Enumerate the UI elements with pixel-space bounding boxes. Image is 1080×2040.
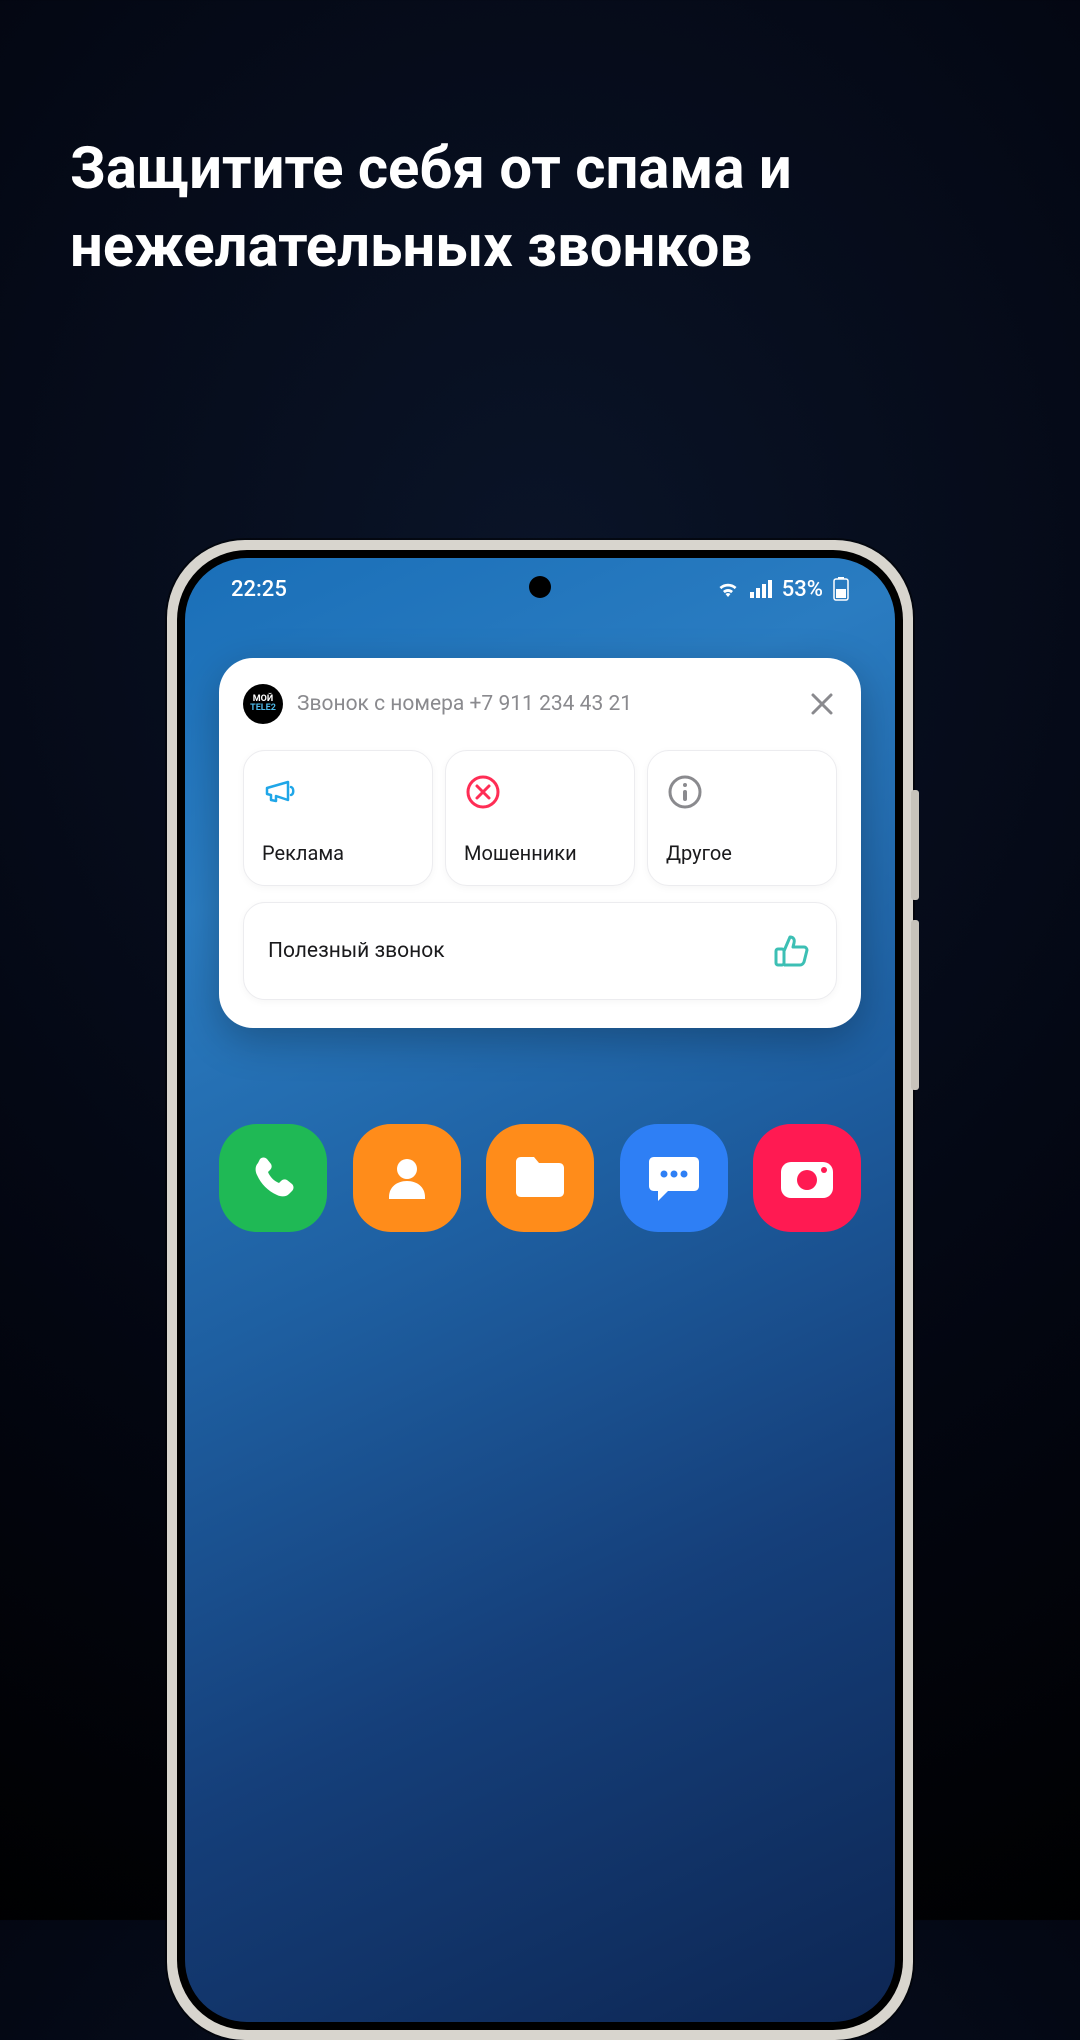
phone-app[interactable] (219, 1124, 327, 1232)
logo-text-2: TELE2 (250, 704, 276, 713)
category-label: Реклама (262, 841, 414, 865)
folder-icon (512, 1156, 568, 1200)
chat-icon (646, 1153, 702, 1203)
category-ads[interactable]: Реклама (243, 750, 433, 886)
category-label: Другое (666, 841, 818, 865)
category-other[interactable]: Другое (647, 750, 837, 886)
battery-icon (833, 577, 849, 601)
card-header: МОЙ TELE2 Звонок с номера +7 911 234 43 … (243, 684, 837, 724)
notification-title: Звонок с номера +7 911 234 43 21 (297, 692, 793, 716)
files-app[interactable] (486, 1124, 594, 1232)
phone-bezel: 22:25 53% МОЙ TELE2 Звонок с номера +7 9… (177, 550, 903, 2030)
useful-call-label: Полезный звонок (268, 939, 445, 963)
battery-percent: 53% (782, 577, 823, 602)
camera-app[interactable] (753, 1124, 861, 1232)
phone-screen: 22:25 53% МОЙ TELE2 Звонок с номера +7 9… (185, 558, 895, 2022)
x-circle-icon (464, 773, 502, 811)
app-logo-badge: МОЙ TELE2 (243, 684, 283, 724)
useful-call-button[interactable]: Полезный звонок (243, 902, 837, 1000)
marketing-headline: Защитите себя от спама и нежелательных з… (70, 130, 1010, 287)
status-indicators: 53% (716, 577, 849, 602)
phone-side-button (911, 790, 919, 900)
close-icon (807, 689, 837, 719)
contacts-app[interactable] (353, 1124, 461, 1232)
person-icon (380, 1151, 434, 1205)
category-fraud[interactable]: Мошенники (445, 750, 635, 886)
category-label: Мошенники (464, 841, 616, 865)
signal-icon (750, 580, 772, 598)
thumbs-up-icon (772, 931, 812, 971)
front-camera (529, 576, 551, 598)
phone-side-button (911, 920, 919, 1090)
megaphone-icon (262, 773, 300, 811)
category-row: Реклама Мошенники Другое (243, 750, 837, 886)
phone-frame: 22:25 53% МОЙ TELE2 Звонок с номера +7 9… (167, 540, 913, 2040)
info-icon (666, 773, 704, 811)
wifi-icon (716, 579, 740, 599)
close-button[interactable] (807, 689, 837, 719)
app-dock (219, 1124, 861, 1232)
messages-app[interactable] (620, 1124, 728, 1232)
phone-icon (246, 1151, 300, 1205)
spam-notification-card: МОЙ TELE2 Звонок с номера +7 911 234 43 … (219, 658, 861, 1028)
status-time: 22:25 (231, 577, 287, 602)
camera-icon (778, 1156, 836, 1200)
